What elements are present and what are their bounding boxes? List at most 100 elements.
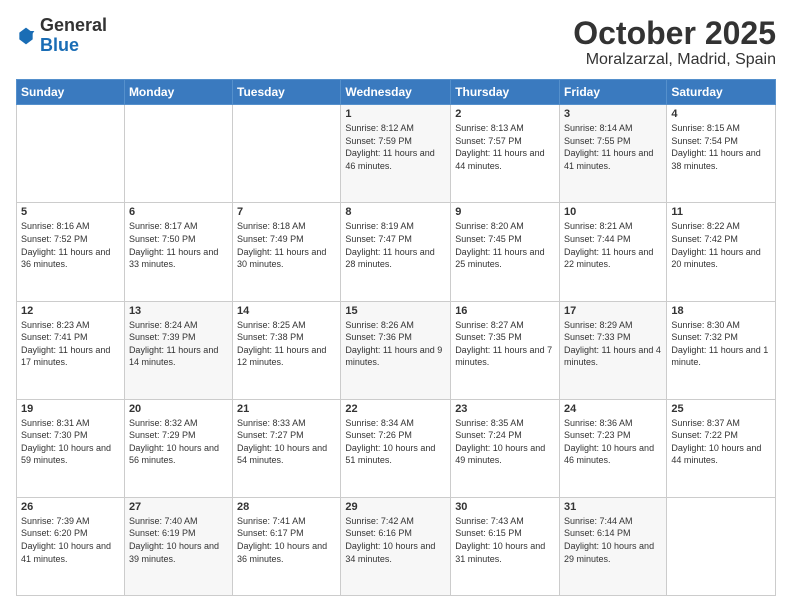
table-row: 26Sunrise: 7:39 AM Sunset: 6:20 PM Dayli… (17, 497, 125, 595)
table-row: 13 Sunrise: 8:24 AM Sunset: 7:39 PM Dayli… (124, 301, 232, 399)
table-row: 30 Sunrise: 7:43 AM Sunset: 6:15 PM Dayli… (451, 497, 560, 595)
day-info: Sunrise: 8:29 AM Sunset: 7:33 PM Dayligh… (564, 319, 662, 369)
header-tuesday: Tuesday (233, 80, 341, 105)
day-number: 23 (455, 403, 555, 415)
day-info: Sunrise: 8:32 AM Sunset: 7:29 PM Dayligh… (129, 417, 228, 467)
table-row: 3 Sunrise: 8:14 AM Sunset: 7:55 PM Daylig… (560, 105, 667, 203)
day-info: Sunrise: 8:20 AM Sunset: 7:45 PM Dayligh… (455, 220, 555, 270)
day-number: 26 (21, 501, 120, 513)
day-number: 3 (564, 108, 662, 120)
calendar-week-5: 26Sunrise: 7:39 AM Sunset: 6:20 PM Dayli… (17, 497, 776, 595)
header: General Blue October 2025 Moralzarzal, M… (16, 16, 776, 69)
day-number: 14 (237, 305, 336, 317)
day-info: Sunrise: 7:40 AM Sunset: 6:19 PM Dayligh… (129, 515, 228, 565)
table-row: 31 Sunrise: 7:44 AM Sunset: 6:14 PM Dayli… (560, 497, 667, 595)
day-info: Sunrise: 8:12 AM Sunset: 7:59 PM Dayligh… (345, 122, 446, 172)
table-row: 24 Sunrise: 8:36 AM Sunset: 7:23 PM Dayli… (560, 399, 667, 497)
day-info: Sunrise: 8:25 AM Sunset: 7:38 PM Dayligh… (237, 319, 336, 369)
table-row: 4 Sunrise: 8:15 AM Sunset: 7:54 PM Daylig… (667, 105, 776, 203)
header-thursday: Thursday (451, 80, 560, 105)
table-row: 29Sunrise: 7:42 AM Sunset: 6:16 PM Dayli… (341, 497, 451, 595)
day-number: 12 (21, 305, 120, 317)
table-row: 16Sunrise: 8:27 AM Sunset: 7:35 PM Dayli… (451, 301, 560, 399)
table-row: 20 Sunrise: 8:32 AM Sunset: 7:29 PM Dayli… (124, 399, 232, 497)
logo: General Blue (16, 16, 107, 56)
calendar-week-4: 19Sunrise: 8:31 AM Sunset: 7:30 PM Dayli… (17, 399, 776, 497)
title-block: October 2025 Moralzarzal, Madrid, Spain (573, 16, 776, 69)
calendar-week-3: 12 Sunrise: 8:23 AM Sunset: 7:41 PM Dayli… (17, 301, 776, 399)
day-number: 17 (564, 305, 662, 317)
day-number: 5 (21, 206, 120, 218)
day-info: Sunrise: 7:41 AM Sunset: 6:17 PM Dayligh… (237, 515, 336, 565)
table-row (124, 105, 232, 203)
day-info: Sunrise: 8:15 AM Sunset: 7:54 PM Dayligh… (671, 122, 771, 172)
calendar-week-1: 1 Sunrise: 8:12 AM Sunset: 7:59 PM Daylig… (17, 105, 776, 203)
table-row: 12 Sunrise: 8:23 AM Sunset: 7:41 PM Dayli… (17, 301, 125, 399)
day-info: Sunrise: 8:18 AM Sunset: 7:49 PM Dayligh… (237, 220, 336, 270)
table-row: 17 Sunrise: 8:29 AM Sunset: 7:33 PM Dayli… (560, 301, 667, 399)
header-friday: Friday (560, 80, 667, 105)
day-number: 21 (237, 403, 336, 415)
table-row: 11 Sunrise: 8:22 AM Sunset: 7:42 PM Dayli… (667, 203, 776, 301)
day-number: 9 (455, 206, 555, 218)
table-row: 6Sunrise: 8:17 AM Sunset: 7:50 PM Daylig… (124, 203, 232, 301)
day-info: Sunrise: 8:37 AM Sunset: 7:22 PM Dayligh… (671, 417, 771, 467)
table-row: 22Sunrise: 8:34 AM Sunset: 7:26 PM Dayli… (341, 399, 451, 497)
table-row (17, 105, 125, 203)
day-number: 30 (455, 501, 555, 513)
header-wednesday: Wednesday (341, 80, 451, 105)
table-row: 27 Sunrise: 7:40 AM Sunset: 6:19 PM Dayli… (124, 497, 232, 595)
calendar-table: Sunday Monday Tuesday Wednesday Thursday… (16, 79, 776, 596)
day-number: 7 (237, 206, 336, 218)
day-info: Sunrise: 8:19 AM Sunset: 7:47 PM Dayligh… (345, 220, 446, 270)
table-row (233, 105, 341, 203)
day-info: Sunrise: 7:44 AM Sunset: 6:14 PM Dayligh… (564, 515, 662, 565)
table-row: 23 Sunrise: 8:35 AM Sunset: 7:24 PM Dayli… (451, 399, 560, 497)
day-number: 28 (237, 501, 336, 513)
day-number: 20 (129, 403, 228, 415)
day-info: Sunrise: 7:43 AM Sunset: 6:15 PM Dayligh… (455, 515, 555, 565)
day-number: 6 (129, 206, 228, 218)
day-number: 31 (564, 501, 662, 513)
day-info: Sunrise: 7:42 AM Sunset: 6:16 PM Dayligh… (345, 515, 446, 565)
header-saturday: Saturday (667, 80, 776, 105)
day-info: Sunrise: 8:23 AM Sunset: 7:41 PM Dayligh… (21, 319, 120, 369)
calendar-header-row: Sunday Monday Tuesday Wednesday Thursday… (17, 80, 776, 105)
day-info: Sunrise: 8:22 AM Sunset: 7:42 PM Dayligh… (671, 220, 771, 270)
day-number: 18 (671, 305, 771, 317)
table-row: 10Sunrise: 8:21 AM Sunset: 7:44 PM Dayli… (560, 203, 667, 301)
day-info: Sunrise: 8:33 AM Sunset: 7:27 PM Dayligh… (237, 417, 336, 467)
day-info: Sunrise: 8:14 AM Sunset: 7:55 PM Dayligh… (564, 122, 662, 172)
header-monday: Monday (124, 80, 232, 105)
day-number: 8 (345, 206, 446, 218)
day-number: 25 (671, 403, 771, 415)
day-number: 27 (129, 501, 228, 513)
day-number: 19 (21, 403, 120, 415)
day-number: 15 (345, 305, 446, 317)
day-number: 16 (455, 305, 555, 317)
day-number: 1 (345, 108, 446, 120)
table-row: 19Sunrise: 8:31 AM Sunset: 7:30 PM Dayli… (17, 399, 125, 497)
table-row: 14 Sunrise: 8:25 AM Sunset: 7:38 PM Dayli… (233, 301, 341, 399)
table-row: 9 Sunrise: 8:20 AM Sunset: 7:45 PM Daylig… (451, 203, 560, 301)
day-info: Sunrise: 8:36 AM Sunset: 7:23 PM Dayligh… (564, 417, 662, 467)
day-number: 13 (129, 305, 228, 317)
day-number: 11 (671, 206, 771, 218)
table-row: 8 Sunrise: 8:19 AM Sunset: 7:47 PM Daylig… (341, 203, 451, 301)
day-number: 10 (564, 206, 662, 218)
day-info: Sunrise: 8:35 AM Sunset: 7:24 PM Dayligh… (455, 417, 555, 467)
table-row: 7 Sunrise: 8:18 AM Sunset: 7:49 PM Daylig… (233, 203, 341, 301)
table-row: 15 Sunrise: 8:26 AM Sunset: 7:36 PM Dayli… (341, 301, 451, 399)
page: General Blue October 2025 Moralzarzal, M… (0, 0, 792, 612)
day-number: 22 (345, 403, 446, 415)
table-row: 5Sunrise: 8:16 AM Sunset: 7:52 PM Daylig… (17, 203, 125, 301)
day-info: Sunrise: 8:24 AM Sunset: 7:39 PM Dayligh… (129, 319, 228, 369)
day-number: 4 (671, 108, 771, 120)
table-row (667, 497, 776, 595)
logo-general: General Blue (40, 16, 107, 56)
day-info: Sunrise: 8:26 AM Sunset: 7:36 PM Dayligh… (345, 319, 446, 369)
day-info: Sunrise: 8:30 AM Sunset: 7:32 PM Dayligh… (671, 319, 771, 369)
table-row: 1 Sunrise: 8:12 AM Sunset: 7:59 PM Daylig… (341, 105, 451, 203)
day-number: 24 (564, 403, 662, 415)
table-row: 18 Sunrise: 8:30 AM Sunset: 7:32 PM Dayli… (667, 301, 776, 399)
